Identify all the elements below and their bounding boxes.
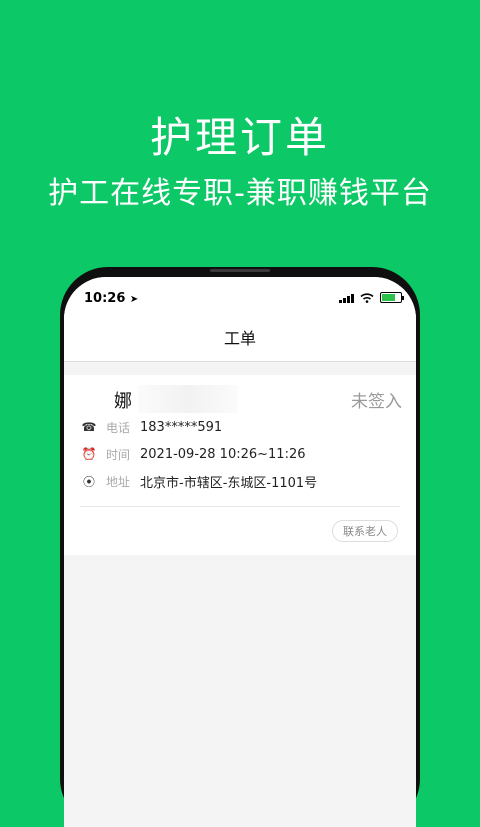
status-time: 10:26 ➤ [84, 291, 138, 306]
address-row: ⦿ 地址 北京市-市辖区-东城区-1101号 [80, 471, 317, 491]
phone-icon: ☎ [81, 420, 97, 434]
order-card[interactable]: 娜 未签入 ☎ 电话 183*****591 ⏰ 时间 2021-09-28 1… [64, 375, 416, 555]
location-pin-icon: ⦿ [82, 474, 95, 489]
phone-row: ☎ 电话 183*****591 [80, 417, 223, 437]
address-label: 地址 [106, 474, 131, 489]
phone-label: 电话 [106, 420, 131, 435]
time-row: ⏰ 时间 2021-09-28 10:26~11:26 [80, 444, 306, 464]
time-value: 2021-09-28 10:26~11:26 [140, 446, 306, 462]
promo-subline: 护工在线专职-兼职赚钱平台 [48, 176, 432, 211]
promo-headline: 护理订单 [149, 113, 330, 162]
battery-icon [380, 292, 404, 303]
card-divider [80, 506, 400, 507]
time-label: 时间 [106, 447, 131, 462]
phone-screen: 10:26 ➤ 工单 娜 未签入 ☎ 电话 183*****591 ⏰ 时间 2… [64, 277, 416, 827]
phone-frame: 10:26 ➤ 工单 娜 未签入 ☎ 电话 183*****591 ⏰ 时间 2… [60, 267, 420, 827]
customer-name: 娜 [114, 391, 132, 412]
contact-elder-button[interactable]: 联系老人 [332, 520, 398, 542]
wifi-icon [360, 292, 374, 303]
phone-value: 183*****591 [140, 419, 223, 435]
cellular-signal-icon [339, 293, 354, 303]
clock-icon: ⏰ [81, 447, 97, 461]
status-bar: 10:26 ➤ [64, 277, 416, 317]
checkin-status: 未签入 [351, 392, 402, 412]
name-redaction [138, 385, 238, 413]
address-value: 北京市-市辖区-东城区-1101号 [140, 475, 318, 491]
nav-title: 工单 [64, 317, 416, 362]
status-icons [339, 292, 404, 303]
phone-speaker [210, 269, 270, 272]
location-arrow-icon: ➤ [129, 294, 139, 305]
status-time-text: 10:26 [84, 291, 126, 306]
